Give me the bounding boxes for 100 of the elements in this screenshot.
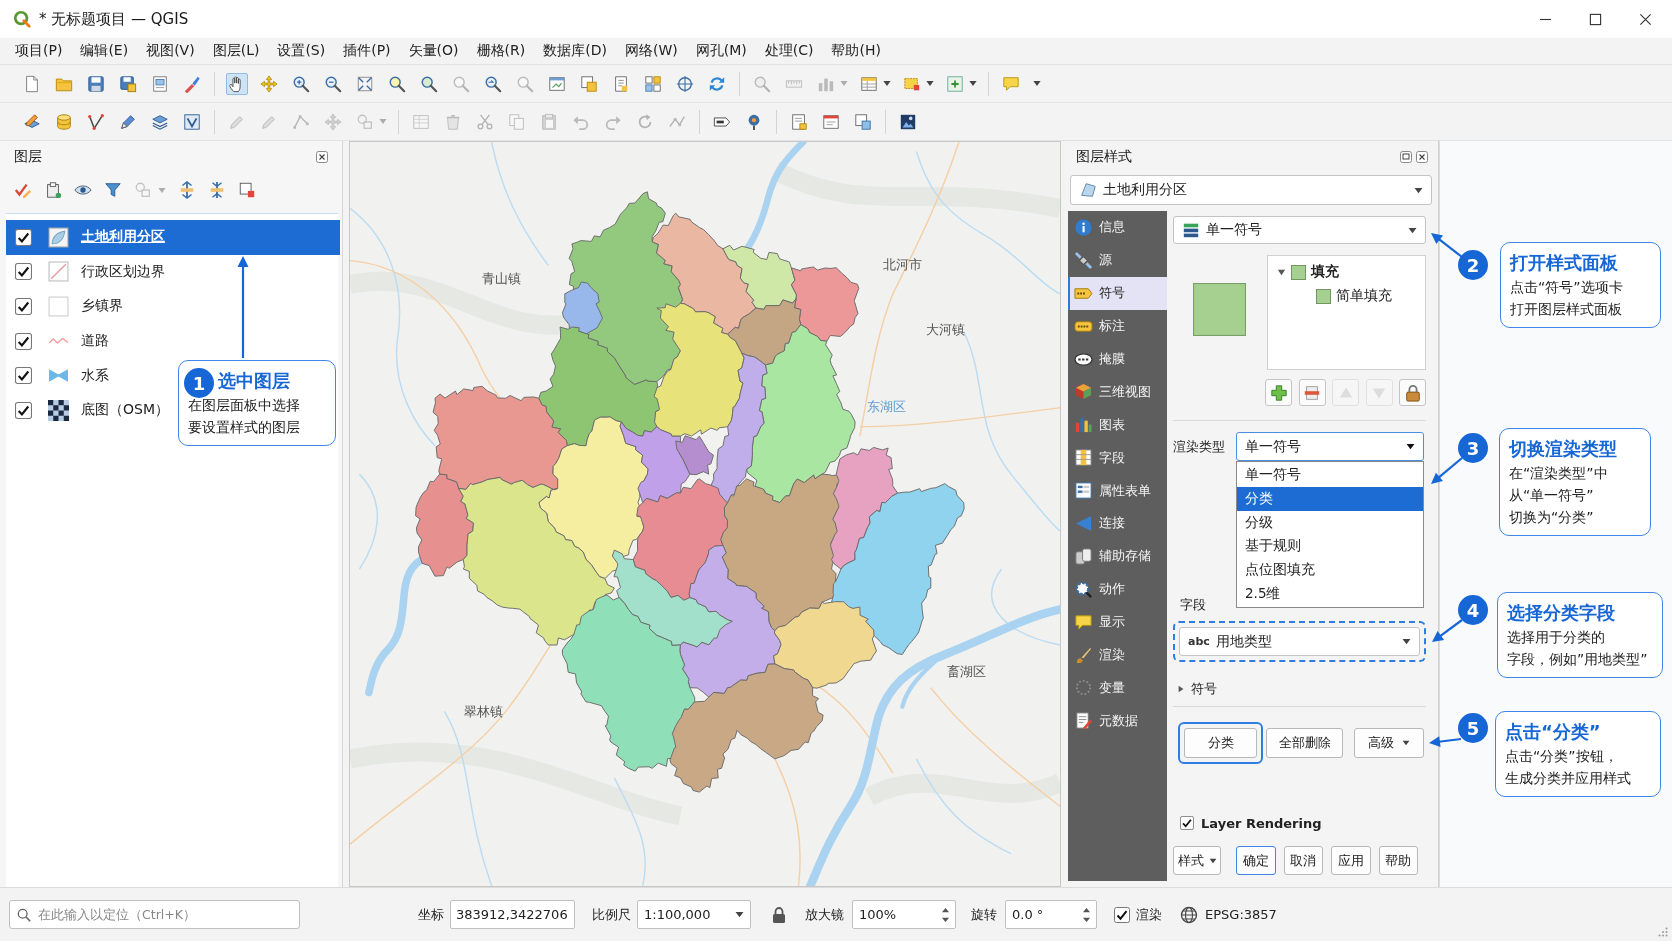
dropdown-option[interactable]: 分级 — [1237, 510, 1423, 535]
menu-item[interactable]: 帮助(H) — [822, 42, 890, 60]
four-arrows-icon[interactable] — [258, 72, 280, 95]
checkbox[interactable] — [1114, 906, 1130, 923]
layer-combo[interactable]: 土地利用分区 — [1070, 175, 1432, 205]
sidebar-tab[interactable]: 符号 — [1068, 276, 1167, 310]
action-button[interactable]: 分类 — [1184, 727, 1257, 758]
callout-text: 从“单一符号” — [1509, 486, 1594, 505]
dialog-button[interactable]: 应用 — [1331, 846, 1371, 875]
close-icon[interactable] — [316, 151, 328, 163]
layer-row[interactable]: 底图（OSM） — [6, 392, 177, 428]
hand-icon[interactable] — [226, 72, 248, 95]
sidebar-tab[interactable]: 渲染 — [1068, 638, 1167, 672]
dialog-button[interactable]: 样式 — [1173, 846, 1222, 875]
layer-row[interactable]: 乡镇界 — [6, 289, 131, 324]
menu-item[interactable]: 网孔(M) — [686, 42, 756, 60]
sidebar-tab[interactable]: 辅助存储 — [1068, 539, 1167, 573]
caret-icon[interactable] — [969, 80, 977, 87]
menu-item[interactable]: 设置(S) — [268, 42, 335, 60]
menu-item[interactable]: 图层(L) — [203, 42, 269, 60]
checkbox-label: 渲染 — [1136, 905, 1162, 924]
dropdown-option[interactable]: 点位图填充 — [1237, 558, 1423, 582]
menu-item[interactable]: 项目(P) — [6, 42, 72, 60]
callout-arrow — [1428, 455, 1465, 487]
action-button[interactable]: 全部删除 — [1266, 727, 1343, 758]
minus-icon — [1303, 383, 1321, 402]
field-label: 旋转 — [971, 905, 997, 924]
tree-item[interactable]: 简单填充 — [1336, 287, 1392, 305]
sidebar-tab[interactable]: 属性表单 — [1068, 474, 1167, 507]
maximize-icon[interactable] — [1589, 12, 1602, 26]
crs-button[interactable]: EPSG:3857 — [1180, 905, 1277, 924]
resize-grip-icon[interactable] — [1658, 927, 1668, 937]
menu-item[interactable]: 栅格(R) — [467, 42, 535, 60]
spin-arrows-icon[interactable] — [941, 906, 950, 923]
caret-icon[interactable] — [1033, 80, 1041, 87]
dialog-button[interactable]: 取消 — [1283, 846, 1324, 875]
spin-arrows-icon[interactable] — [1082, 906, 1091, 923]
menu-item[interactable]: 数据库(D) — [534, 42, 616, 60]
sidebar-tab[interactable]: 连接 — [1068, 507, 1167, 540]
checkbox[interactable] — [1180, 816, 1194, 830]
rotation-spinbox[interactable]: 0.0 ° — [1005, 900, 1097, 929]
checkbox[interactable] — [15, 401, 32, 419]
dialog-button[interactable]: 帮助 — [1378, 846, 1418, 875]
caret-icon[interactable] — [883, 80, 891, 87]
menu-item[interactable]: 视图(V) — [137, 42, 204, 60]
sidebar-tab[interactable]: 字段 — [1068, 441, 1167, 475]
sidebar-tab[interactable]: 显示 — [1068, 605, 1167, 639]
layer-row[interactable]: 道路 — [6, 323, 117, 359]
sidebar-tab[interactable]: 三维视图 — [1068, 375, 1167, 409]
checkbox[interactable] — [15, 263, 32, 281]
sidebar-tab[interactable]: 变量 — [1068, 671, 1167, 705]
zigzag-line-icon — [48, 337, 69, 346]
lock-button[interactable] — [1399, 379, 1426, 406]
caret-icon[interactable] — [1177, 685, 1185, 693]
dropdown-option[interactable]: 分类 — [1237, 486, 1423, 511]
section-toggle[interactable]: 符号 — [1177, 680, 1217, 698]
magnifier-spinbox[interactable]: 100% — [852, 900, 956, 929]
checkbox[interactable] — [15, 332, 32, 350]
caret-icon[interactable] — [926, 80, 934, 87]
layer-row[interactable]: 行政区划边界 — [6, 254, 173, 290]
action-button[interactable]: 高级 — [1354, 727, 1424, 758]
menu-item[interactable]: 网络(W) — [615, 42, 687, 60]
sidebar-tab[interactable]: 源 — [1068, 243, 1167, 277]
checkbox[interactable] — [15, 298, 32, 315]
caret-icon[interactable] — [1277, 267, 1286, 277]
checker-icon — [48, 399, 69, 421]
padlock-icon[interactable] — [771, 905, 787, 924]
remove-button[interactable] — [1298, 379, 1326, 406]
menu-item[interactable]: 编辑(E) — [71, 42, 138, 60]
sidebar-tab[interactable]: 标注 — [1068, 309, 1167, 343]
scale-combo[interactable]: 1:100,000 — [637, 900, 751, 929]
search-field[interactable]: 在此输入以定位（Ctrl+K） — [9, 900, 300, 929]
render-type-combo[interactable]: 单一符号 — [1236, 432, 1424, 461]
layer-name: 乡镇界 — [81, 297, 123, 316]
sidebar-tab[interactable]: 掩膜 — [1068, 342, 1167, 376]
sidebar-tab[interactable]: 图表 — [1068, 408, 1167, 442]
layer-row[interactable]: 水系 — [6, 358, 117, 393]
callout-title: 选择分类字段 — [1507, 601, 1615, 625]
caret-icon — [1408, 226, 1417, 234]
coordinate-field[interactable]: 383912,3422706 — [450, 900, 575, 929]
dropdown-option[interactable]: 2.5维 — [1237, 582, 1423, 606]
tree-item[interactable]: 填充 — [1311, 263, 1339, 281]
dialog-button[interactable]: 确定 — [1236, 846, 1276, 875]
checkbox[interactable] — [15, 367, 32, 385]
layer-row[interactable]: 土地利用分区 — [6, 220, 340, 255]
window-icon[interactable] — [1400, 151, 1412, 163]
close-icon[interactable] — [1416, 151, 1428, 163]
renderer-combo[interactable]: 单一符号 — [1173, 216, 1426, 244]
sidebar-tab[interactable]: 动作 — [1068, 572, 1167, 606]
dropdown-option[interactable]: 单一符号 — [1237, 463, 1423, 487]
dropdown-option[interactable]: 基于规则 — [1237, 534, 1423, 559]
menu-item[interactable]: 处理(C) — [755, 42, 823, 60]
close-icon[interactable] — [1639, 12, 1652, 26]
menu-item[interactable]: 插件(P) — [334, 42, 400, 60]
menu-item[interactable]: 矢量(O) — [399, 42, 468, 60]
field-combo[interactable]: abc 用地类型 — [1179, 627, 1420, 656]
sidebar-tab[interactable]: 信息 — [1068, 211, 1167, 244]
add-button[interactable] — [1265, 379, 1292, 406]
checkbox[interactable] — [15, 228, 32, 246]
sidebar-tab[interactable]: 元数据 — [1068, 704, 1167, 738]
